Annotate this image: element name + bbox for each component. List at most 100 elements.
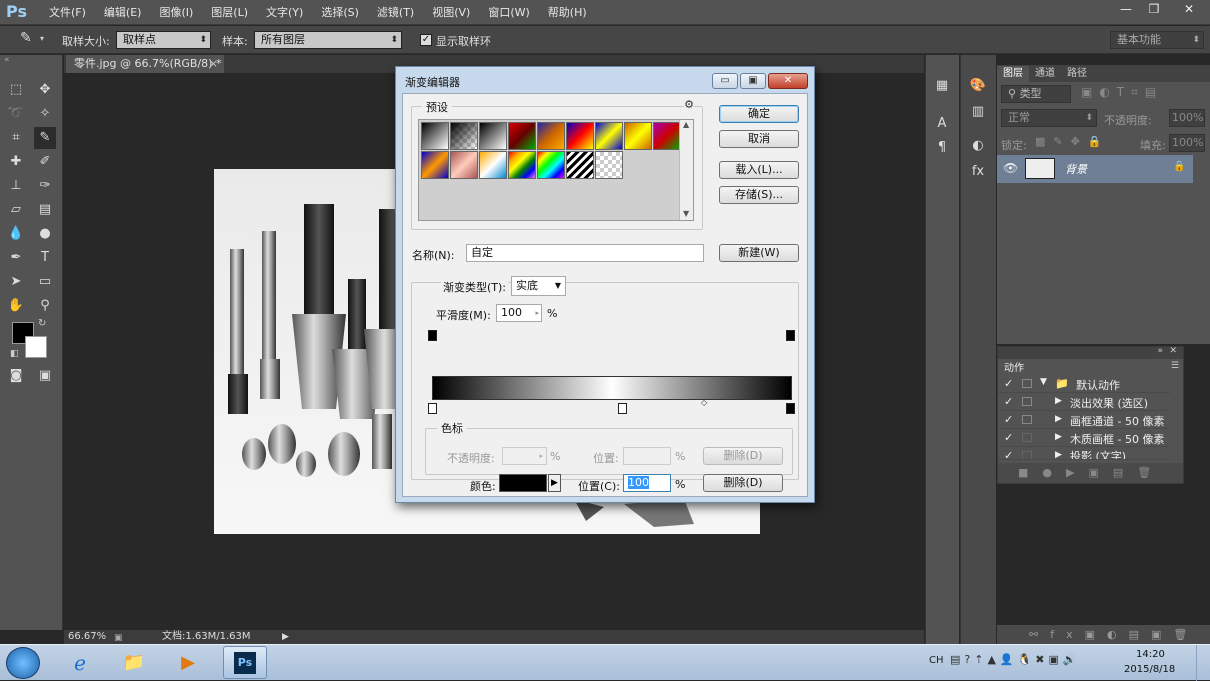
dialog-toggle-icon[interactable]	[1022, 379, 1032, 388]
opacity-stop-right[interactable]	[786, 330, 795, 341]
visibility-eye-icon[interactable]: 👁	[1003, 161, 1018, 175]
workspace-select[interactable]: 基本功能 ⬍	[1110, 31, 1204, 49]
tray-icons[interactable]: ▤?⇡▲👤🐧✖▣🔊	[950, 653, 1081, 666]
minimize-button[interactable]: —	[1112, 1, 1140, 19]
healing-brush-tool-icon[interactable]: ✚	[5, 151, 27, 173]
media-player-icon[interactable]: ▶	[168, 648, 208, 678]
start-button[interactable]	[6, 647, 40, 679]
preset-swatch[interactable]	[479, 151, 507, 179]
midpoint-diamond-icon[interactable]: ◇	[701, 398, 707, 407]
dialog-toggle-icon[interactable]	[1022, 451, 1032, 459]
menu-select[interactable]: 选择(S)	[312, 0, 368, 25]
ie-icon[interactable]: ℯ	[60, 648, 100, 678]
name-input[interactable]: 自定	[466, 244, 704, 262]
action-row[interactable]: ✓ ▶ 投影 (文字)	[998, 448, 1170, 460]
menu-help[interactable]: 帮助(H)	[539, 0, 596, 25]
color-position-input[interactable]: 100	[623, 474, 671, 492]
lock-icons[interactable]: ▩✎✥🔒	[1035, 135, 1110, 148]
action-row[interactable]: ✓ ▼ 📁 默认动作	[998, 376, 1170, 393]
explorer-icon[interactable]: 📁	[114, 648, 154, 678]
layer-filter-icons[interactable]: ▣◐T⌗▤	[1081, 85, 1163, 100]
preset-swatch[interactable]	[595, 151, 623, 179]
swap-colors-icon[interactable]: ↻	[38, 318, 46, 329]
preset-swatch[interactable]	[537, 151, 565, 179]
show-ring-checkbox[interactable]: ✓	[420, 34, 432, 46]
tab-channels[interactable]: 通道	[1029, 66, 1061, 82]
gradient-preview-bar[interactable]	[432, 376, 792, 400]
dialog-toggle-icon[interactable]	[1022, 397, 1032, 406]
color-stop-middle[interactable]	[618, 403, 627, 414]
menu-layer[interactable]: 图层(L)	[202, 0, 257, 25]
clock-time[interactable]: 14:20	[1136, 649, 1165, 660]
zoom-tool-icon[interactable]: ⚲	[34, 295, 56, 317]
preset-swatch[interactable]	[653, 122, 681, 150]
status-info-icon[interactable]: ▣	[114, 631, 123, 645]
layer-filter-select[interactable]: ⚲ 类型	[1001, 85, 1071, 103]
layer-row[interactable]: 👁 背景 🔒	[997, 155, 1193, 183]
check-icon[interactable]: ✓	[1004, 377, 1013, 390]
chevron-down-icon[interactable]: ▼	[1040, 377, 1047, 387]
menu-window[interactable]: 窗口(W)	[479, 0, 538, 25]
tab-paths[interactable]: 路径	[1061, 66, 1093, 82]
preset-swatch[interactable]	[450, 122, 478, 150]
histogram-icon[interactable]: ▦	[931, 75, 953, 97]
tool-preset-arrow-icon[interactable]: ▾	[40, 34, 44, 43]
blur-tool-icon[interactable]: 💧	[5, 223, 27, 245]
hand-tool-icon[interactable]: ✋	[5, 295, 27, 317]
layers-footer-icons[interactable]: ⚯fx▣◐▤▣🗑	[1029, 628, 1199, 641]
crop-tool-icon[interactable]: ⌗	[5, 127, 27, 149]
marquee-tool-icon[interactable]: ⬚	[5, 79, 27, 101]
preset-swatch[interactable]	[450, 151, 478, 179]
actions-title[interactable]: 动作	[1004, 359, 1024, 374]
ok-button[interactable]: 确定	[719, 105, 799, 123]
menu-filter[interactable]: 滤镜(T)	[368, 0, 423, 25]
eyedropper-icon[interactable]: ✎	[20, 30, 32, 46]
chevron-right-icon[interactable]: ▶	[1055, 396, 1062, 406]
close-button[interactable]: ✕	[1168, 1, 1210, 19]
load-button[interactable]: 载入(L)...	[719, 161, 799, 179]
shape-tool-icon[interactable]: ▭	[34, 271, 56, 293]
preset-swatch[interactable]	[508, 122, 536, 150]
dialog-maximize-button[interactable]: ▣	[740, 73, 766, 89]
smoothness-input[interactable]: 100 ▸	[496, 304, 542, 322]
move-tool-icon[interactable]: ✥	[34, 79, 56, 101]
panel-close-icon[interactable]: ✕	[1169, 346, 1177, 356]
dodge-tool-icon[interactable]: ●	[34, 223, 56, 245]
color-stop-right[interactable]	[786, 403, 795, 414]
document-tab[interactable]: 零件.jpg @ 66.7%(RGB/8) * ×	[66, 55, 224, 73]
chevron-right-icon[interactable]: ▶	[1055, 414, 1062, 424]
menu-edit[interactable]: 编辑(E)	[95, 0, 151, 25]
menu-file[interactable]: 文件(F)	[40, 0, 95, 25]
eraser-tool-icon[interactable]: ▱	[5, 199, 27, 221]
lasso-tool-icon[interactable]: ➰	[5, 103, 27, 125]
opacity-field[interactable]: 100%	[1169, 109, 1205, 127]
preset-swatch[interactable]	[508, 151, 536, 179]
color-menu-arrow-icon[interactable]: ▶	[548, 474, 561, 492]
path-selection-tool-icon[interactable]: ➤	[5, 271, 27, 293]
preset-swatch[interactable]	[566, 122, 594, 150]
new-button[interactable]: 新建(W)	[719, 244, 799, 262]
zoom-level[interactable]: 66.67%	[68, 630, 106, 644]
scroll-down-icon[interactable]: ▼	[683, 209, 689, 218]
clock-date[interactable]: 2015/8/18	[1124, 664, 1175, 675]
check-icon[interactable]: ✓	[1004, 395, 1013, 408]
panel-collapse-icon[interactable]: »	[1157, 346, 1163, 356]
show-desktop-button[interactable]	[1196, 645, 1210, 681]
check-icon[interactable]: ✓	[1004, 449, 1013, 459]
paragraph-panel-icon[interactable]: ¶	[931, 137, 953, 159]
dialog-close-button[interactable]: ✕	[768, 73, 808, 89]
brush-tool-icon[interactable]: ✐	[34, 151, 56, 173]
fill-field[interactable]: 100%	[1169, 134, 1205, 152]
layers-footer[interactable]: ⚯fx▣◐▤▣🗑	[997, 625, 1210, 644]
language-indicator[interactable]: CH	[929, 655, 944, 666]
preset-swatch[interactable]	[537, 122, 565, 150]
swatches-panel-icon[interactable]: ▥	[967, 101, 989, 123]
dialog-toggle-icon[interactable]	[1022, 433, 1032, 442]
menu-type[interactable]: 文字(Y)	[257, 0, 312, 25]
presets-scrollbar[interactable]: ▲ ▼	[679, 120, 693, 220]
screen-mode-icon[interactable]: ▣	[34, 365, 56, 387]
panel-menu-icon[interactable]: ☰	[1171, 361, 1179, 371]
gear-icon[interactable]: ⚙	[684, 98, 694, 111]
menu-image[interactable]: 图像(I)	[150, 0, 202, 25]
action-row[interactable]: ✓ ▶ 淡出效果 (选区)	[998, 394, 1170, 411]
